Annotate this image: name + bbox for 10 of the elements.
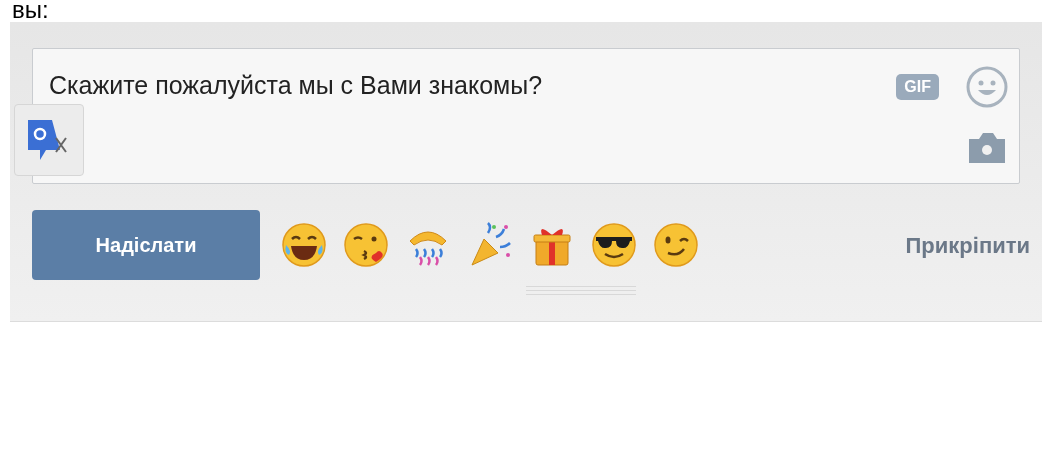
heading-text: вы:	[12, 0, 49, 22]
sunglasses-face-icon[interactable]	[590, 221, 638, 269]
attach-link[interactable]: Прикріпити	[905, 228, 1030, 262]
translate-button[interactable]	[14, 104, 84, 176]
gif-button[interactable]: GIF	[896, 74, 939, 100]
send-button[interactable]: Надіслати	[32, 210, 260, 280]
winking-face-icon[interactable]	[652, 221, 700, 269]
message-field[interactable]: Скажите пожалуйста мы с Вами знакомы? GIF	[32, 48, 1020, 184]
kissing-face-icon[interactable]	[342, 221, 390, 269]
laughing-face-icon[interactable]	[280, 221, 328, 269]
